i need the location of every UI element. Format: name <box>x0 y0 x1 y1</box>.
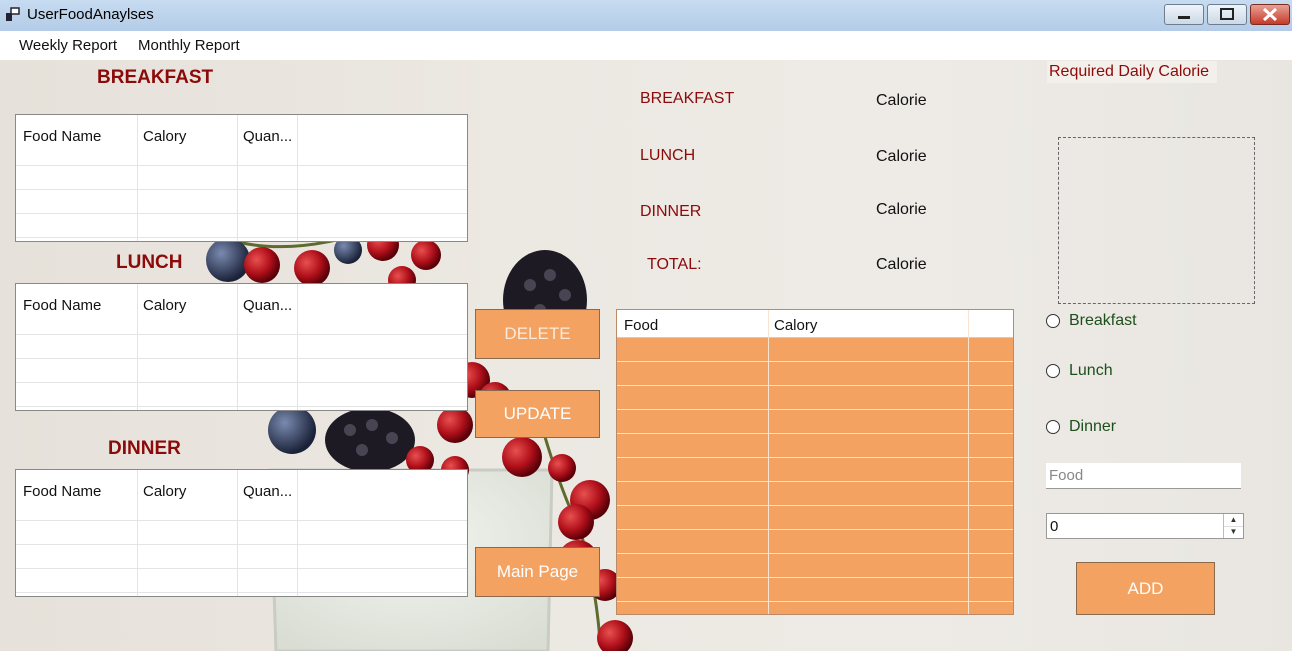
maximize-button[interactable] <box>1207 4 1247 25</box>
radio-circle-icon <box>1046 314 1060 328</box>
radio-circle-icon <box>1046 420 1060 434</box>
radio-circle-icon <box>1046 364 1060 378</box>
required-daily-calorie-label: Required Daily Calorie <box>1047 61 1218 83</box>
food-grid-header-food: Food <box>624 317 659 334</box>
grid-header-food-name: Food Name <box>23 297 102 314</box>
radio-dinner-label: Dinner <box>1069 418 1117 435</box>
grid-header-calory: Calory <box>143 297 187 314</box>
quantity-value: 0 <box>1050 518 1059 535</box>
window-title: UserFoodAnaylses <box>27 6 154 23</box>
summary-lunch-calorie: Calorie <box>876 148 927 165</box>
summary-lunch-label: LUNCH <box>640 147 696 164</box>
menu-weekly-report[interactable]: Weekly Report <box>19 37 117 54</box>
picture-box <box>1058 137 1255 304</box>
add-button[interactable]: ADD <box>1076 562 1215 615</box>
lunch-heading: LUNCH <box>116 252 183 273</box>
summary-total-calorie: Calorie <box>876 256 927 273</box>
lunch-grid[interactable]: Food Name Calory Quan... <box>15 283 468 411</box>
maximize-icon <box>1220 8 1234 20</box>
radio-lunch-label: Lunch <box>1069 362 1113 379</box>
dinner-heading: DINNER <box>108 438 181 459</box>
menu-bar: Weekly Report Monthly Report <box>0 31 1292 60</box>
radio-breakfast-label: Breakfast <box>1069 312 1137 329</box>
grid-header-food-name: Food Name <box>23 128 102 145</box>
menu-monthly-report[interactable]: Monthly Report <box>138 37 240 54</box>
grid-header-calory: Calory <box>143 128 187 145</box>
grid-header-quantity: Quan... <box>243 128 293 145</box>
summary-total-label: TOTAL: <box>647 256 702 273</box>
food-grid[interactable]: Food Calory <box>616 309 1014 615</box>
grid-header-quantity: Quan... <box>243 483 293 500</box>
update-button[interactable]: UPDATE <box>475 390 600 438</box>
summary-breakfast-calorie: Calorie <box>876 92 927 109</box>
minimize-icon <box>1178 16 1190 19</box>
chevron-down-icon[interactable]: ▼ <box>1224 526 1243 538</box>
delete-button[interactable]: DELETE <box>475 309 600 359</box>
summary-dinner-calorie: Calorie <box>876 201 927 218</box>
dinner-grid[interactable]: Food Name Calory Quan... <box>15 469 468 597</box>
breakfast-grid[interactable]: Food Name Calory Quan... <box>15 114 468 242</box>
food-grid-header-calory: Calory <box>774 317 818 334</box>
minimize-button[interactable] <box>1164 4 1204 25</box>
quantity-stepper[interactable]: 0 ▲ ▼ <box>1046 513 1244 539</box>
grid-header-quantity: Quan... <box>243 297 293 314</box>
main-page-button[interactable]: Main Page <box>475 547 600 597</box>
breakfast-heading: BREAKFAST <box>97 67 214 88</box>
app-icon <box>6 7 20 21</box>
summary-dinner-label: DINNER <box>640 203 702 220</box>
title-bar: UserFoodAnaylses <box>0 0 1292 31</box>
close-button[interactable] <box>1250 4 1290 25</box>
close-icon <box>1262 7 1278 22</box>
grid-header-calory: Calory <box>143 483 187 500</box>
grid-header-food-name: Food Name <box>23 483 102 500</box>
food-input[interactable] <box>1046 463 1241 489</box>
summary-breakfast-label: BREAKFAST <box>640 90 735 107</box>
